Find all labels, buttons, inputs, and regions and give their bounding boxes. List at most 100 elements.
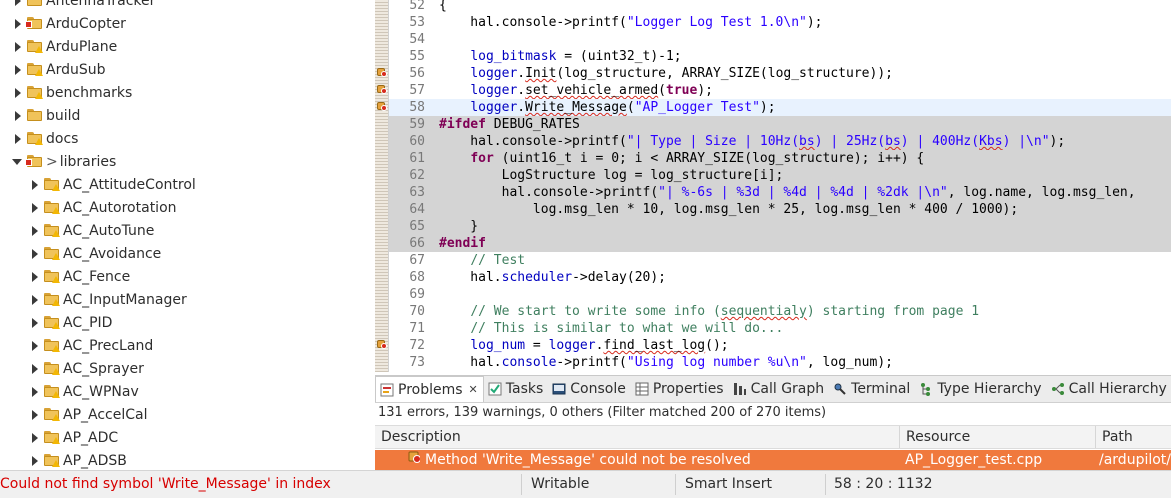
code-line[interactable]: 59 #ifdef DEBUG_RATES bbox=[389, 116, 1171, 133]
tab-call-hierarchy[interactable]: Call Hierarchy bbox=[1047, 376, 1171, 402]
column-path[interactable]: Path bbox=[1096, 426, 1171, 448]
code-text[interactable]: hal.console->printf("| %-6s | %3d | %4d … bbox=[439, 184, 1136, 201]
tree-item[interactable]: AC_PID bbox=[29, 311, 112, 334]
tree-item[interactable]: AC_PrecLand bbox=[29, 334, 153, 357]
tab-type-hierarchy[interactable]: Type Hierarchy bbox=[915, 376, 1046, 402]
expand-arrow-right-icon[interactable] bbox=[12, 87, 24, 99]
code-line[interactable]: 70 // We start to write some info (seque… bbox=[389, 303, 1171, 320]
insert-mode-indicator[interactable]: Smart Insert bbox=[685, 471, 772, 498]
code-line[interactable]: 73 hal.console->printf("Using log number… bbox=[389, 354, 1171, 371]
tab-tasks[interactable]: Tasks bbox=[484, 376, 549, 402]
code-line[interactable]: 60 hal.console->printf("| Type | Size | … bbox=[389, 133, 1171, 150]
error-marker-icon[interactable] bbox=[376, 84, 388, 96]
tab-problems[interactable]: Problems ✕ bbox=[375, 376, 484, 402]
column-resource[interactable]: Resource bbox=[900, 426, 1096, 448]
code-text[interactable]: log_bitmask = (uint32_t)-1; bbox=[439, 48, 681, 65]
code-line[interactable]: 56 logger.Init(log_structure, ARRAY_SIZE… bbox=[389, 65, 1171, 82]
code-line[interactable]: 52 { bbox=[389, 0, 1171, 14]
code-line[interactable]: 53 hal.console->printf("Logger Log Test … bbox=[389, 14, 1171, 31]
tab-properties[interactable]: Properties bbox=[631, 376, 729, 402]
code-text[interactable]: hal.console->printf("| Type | Size | 10H… bbox=[439, 133, 1065, 150]
code-line[interactable]: 54 bbox=[389, 31, 1171, 48]
code-text[interactable]: log_num = logger.find_last_log(); bbox=[439, 337, 728, 354]
tree-item[interactable]: AC_InputManager bbox=[29, 288, 187, 311]
expand-arrow-right-icon[interactable] bbox=[29, 248, 41, 260]
tree-item[interactable]: AC_AutoTune bbox=[29, 219, 154, 242]
code-line[interactable]: 72 log_num = logger.find_last_log(); bbox=[389, 337, 1171, 354]
code-line[interactable]: 62 LogStructure log = log_structure[i]; bbox=[389, 167, 1171, 184]
code-text[interactable]: // We start to write some info (sequenti… bbox=[439, 303, 979, 320]
code-text[interactable]: // This is similar to what we will do... bbox=[439, 320, 783, 337]
code-line[interactable]: 61 for (uint16_t i = 0; i < ARRAY_SIZE(l… bbox=[389, 150, 1171, 167]
expand-arrow-down-icon[interactable] bbox=[12, 156, 24, 168]
expand-arrow-right-icon[interactable] bbox=[29, 179, 41, 191]
code-editor[interactable]: 52 {53 hal.console->printf("Logger Log Te… bbox=[375, 0, 1171, 372]
code-line[interactable]: 66 #endif bbox=[389, 235, 1171, 252]
tab-call-graph[interactable]: Call Graph bbox=[729, 376, 830, 402]
code-line[interactable]: 63 hal.console->printf("| %-6s | %3d | %… bbox=[389, 184, 1171, 201]
expand-arrow-right-icon[interactable] bbox=[29, 363, 41, 375]
code-line[interactable]: 71 // This is similar to what we will do… bbox=[389, 320, 1171, 337]
tree-item[interactable]: AC_AttitudeControl bbox=[29, 173, 196, 196]
expand-arrow-right-icon[interactable] bbox=[29, 271, 41, 283]
expand-arrow-right-icon[interactable] bbox=[12, 64, 24, 76]
code-text[interactable]: hal.scheduler->delay(20); bbox=[439, 269, 666, 286]
tree-item[interactable]: AP_AccelCal bbox=[29, 403, 148, 426]
expand-arrow-right-icon[interactable] bbox=[29, 409, 41, 421]
tree-item[interactable]: docs bbox=[12, 127, 78, 150]
error-marker-icon[interactable] bbox=[376, 101, 388, 113]
code-text[interactable]: log.msg_len * 10, log.msg_len * 25, log.… bbox=[439, 201, 1018, 218]
expand-arrow-right-icon[interactable] bbox=[29, 294, 41, 306]
tree-item[interactable]: AC_Autorotation bbox=[29, 196, 177, 219]
code-text[interactable]: hal.console->printf("Logger Log Test 1.0… bbox=[439, 14, 822, 31]
column-description[interactable]: Description bbox=[375, 426, 900, 448]
tree-item[interactable]: AC_Fence bbox=[29, 265, 130, 288]
code-text[interactable]: } bbox=[439, 218, 478, 235]
code-text[interactable]: // Test bbox=[439, 252, 525, 269]
expand-arrow-right-icon[interactable] bbox=[12, 18, 24, 30]
expand-arrow-right-icon[interactable] bbox=[29, 340, 41, 352]
tree-item[interactable]: build bbox=[12, 104, 80, 127]
expand-arrow-right-icon[interactable] bbox=[29, 202, 41, 214]
annotation-ruler[interactable] bbox=[375, 0, 389, 372]
code-text[interactable]: for (uint16_t i = 0; i < ARRAY_SIZE(log_… bbox=[439, 150, 924, 167]
tree-item[interactable]: AP_ADC bbox=[29, 426, 118, 449]
tree-item[interactable]: AntennaTracker bbox=[12, 0, 155, 12]
tree-item[interactable]: AC_Sprayer bbox=[29, 357, 144, 380]
tree-item[interactable]: ArduPlane bbox=[12, 35, 117, 58]
code-text[interactable]: hal.console->printf("Using log number %u… bbox=[439, 354, 893, 371]
tree-item[interactable]: ArduCopter bbox=[12, 12, 126, 35]
code-line[interactable]: 58 logger.Write_Message("AP_Logger Test"… bbox=[389, 99, 1171, 116]
error-marker-icon[interactable] bbox=[376, 339, 388, 351]
code-line[interactable]: 69 bbox=[389, 286, 1171, 303]
code-text[interactable]: logger.set_vehicle_armed(true); bbox=[439, 82, 713, 99]
tree-item[interactable]: ArduSub bbox=[12, 58, 106, 81]
expand-arrow-right-icon[interactable] bbox=[29, 455, 41, 467]
tree-item[interactable]: benchmarks bbox=[12, 81, 132, 104]
code-text[interactable]: #endif bbox=[439, 235, 486, 252]
tree-item[interactable]: > libraries bbox=[12, 150, 116, 173]
tab-console[interactable]: Console bbox=[548, 376, 631, 402]
close-icon[interactable]: ✕ bbox=[469, 383, 478, 396]
code-line[interactable]: 57 logger.set_vehicle_armed(true); bbox=[389, 82, 1171, 99]
expand-arrow-right-icon[interactable] bbox=[29, 225, 41, 237]
code-text[interactable]: logger.Init(log_structure, ARRAY_SIZE(lo… bbox=[439, 65, 893, 82]
expand-arrow-right-icon[interactable] bbox=[29, 317, 41, 329]
code-text[interactable]: #ifdef DEBUG_RATES bbox=[439, 116, 580, 133]
tree-item[interactable]: AC_WPNav bbox=[29, 380, 139, 403]
tree-item[interactable]: AP_ADSB bbox=[29, 449, 127, 470]
expand-arrow-right-icon[interactable] bbox=[12, 110, 24, 122]
expand-arrow-right-icon[interactable] bbox=[12, 133, 24, 145]
tree-item[interactable]: AC_Avoidance bbox=[29, 242, 161, 265]
code-text[interactable]: { bbox=[439, 0, 447, 14]
expand-arrow-right-icon[interactable] bbox=[12, 0, 24, 7]
code-line[interactable]: 55 log_bitmask = (uint32_t)-1; bbox=[389, 48, 1171, 65]
expand-arrow-right-icon[interactable] bbox=[29, 386, 41, 398]
code-line[interactable]: 64 log.msg_len * 10, log.msg_len * 25, l… bbox=[389, 201, 1171, 218]
table-row[interactable]: Method 'Write_Message' could not be reso… bbox=[375, 450, 1171, 470]
error-marker-icon[interactable] bbox=[376, 67, 388, 79]
tab-terminal[interactable]: Terminal bbox=[829, 376, 915, 402]
code-text[interactable]: logger.Write_Message("AP_Logger Test"); bbox=[439, 99, 775, 116]
code-line[interactable]: 65 } bbox=[389, 218, 1171, 235]
expand-arrow-right-icon[interactable] bbox=[12, 41, 24, 53]
